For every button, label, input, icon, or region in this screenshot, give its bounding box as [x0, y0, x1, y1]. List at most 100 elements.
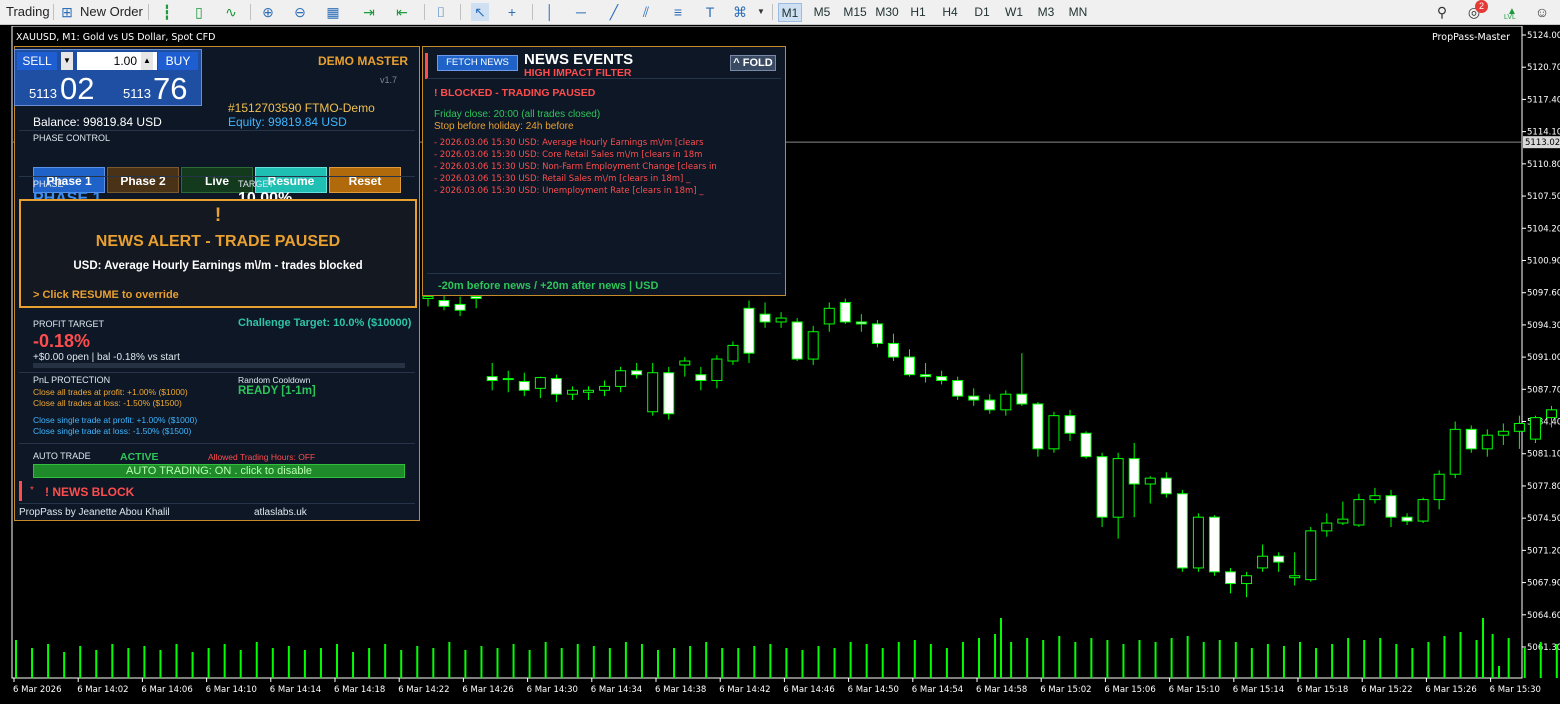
algo-trading-button[interactable]: Trading	[6, 2, 50, 22]
current-price-label: 5113.02	[1525, 138, 1560, 148]
timeframe-d1[interactable]: D1	[970, 3, 994, 22]
time-tick-label: 6 Mar 14:42	[719, 685, 770, 695]
timeframe-m30[interactable]: M30	[872, 3, 902, 22]
cooldown-value: READY [1-1m]	[238, 385, 316, 397]
toolbar-separator	[772, 4, 773, 20]
news-window-footer: -20m before news / +20m after news | USD	[438, 280, 659, 292]
news-block-label: ! NEWS BLOCK	[45, 485, 135, 499]
timeframe-w1[interactable]: W1	[1002, 3, 1026, 22]
candle-body	[599, 385, 611, 391]
target-label: TARGET	[238, 179, 274, 189]
challenge-target-label: Challenge Target: 10.0% ($10000)	[238, 317, 412, 329]
chevron-down-icon[interactable]: ▼	[752, 3, 770, 21]
candle-body	[1080, 432, 1092, 458]
timeframe-mn[interactable]: MN	[1066, 3, 1090, 22]
time-tick-label: 6 Mar 14:58	[976, 685, 1027, 695]
fetch-news-button[interactable]: FETCH NEWS	[437, 55, 518, 71]
reset-button[interactable]: Reset	[329, 167, 401, 193]
line-chart-icon[interactable]: ∿	[222, 3, 240, 21]
timeframe-m15[interactable]: M15	[840, 3, 870, 22]
sell-button[interactable]: SELL	[17, 52, 57, 70]
zoom-in-icon[interactable]: ⊕	[259, 3, 277, 21]
auto-trade-label: AUTO TRADE	[33, 451, 91, 461]
bid-big-digits: 02	[60, 71, 95, 106]
horizontal-line-icon[interactable]: ─	[572, 3, 590, 21]
toolbar-separator	[250, 4, 251, 20]
buy-button[interactable]: BUY	[158, 52, 198, 70]
price-tick-label: 5097.60	[1527, 289, 1560, 299]
timeframe-h1[interactable]: H1	[906, 3, 930, 22]
news-block-marker	[19, 481, 22, 501]
account-icon[interactable]: ☺	[1533, 3, 1551, 21]
price-tick-label: 5124.00	[1527, 31, 1560, 41]
buy-price[interactable]: 5113 76	[111, 72, 201, 105]
candle-body	[615, 370, 627, 387]
screenshot-icon[interactable]: ⌷	[432, 3, 450, 21]
time-tick-label: 6 Mar 15:14	[1233, 685, 1284, 695]
time-tick-label: 6 Mar 14:10	[206, 685, 257, 695]
search-icon[interactable]: ⚲	[1433, 3, 1451, 21]
auto-trading-toggle[interactable]: AUTO TRADING: ON . click to disable	[33, 464, 405, 478]
crosshair-icon[interactable]: +	[503, 3, 521, 21]
price-tick-label: 5104.20	[1527, 224, 1560, 234]
timeframe-m5[interactable]: M5	[810, 3, 834, 22]
price-tick-label: 5064.60	[1527, 611, 1560, 621]
grid-icon[interactable]: ▦	[324, 3, 342, 21]
new-order-icon[interactable]: ⊞	[58, 3, 76, 21]
footer-website[interactable]: atlaslabs.uk	[254, 507, 307, 518]
phase-label: PHASE	[33, 179, 64, 189]
time-tick-label: 6 Mar 14:46	[783, 685, 834, 695]
channel-icon[interactable]: ⫽	[637, 3, 655, 21]
price-tick-label: 5114.10	[1527, 128, 1560, 138]
timeframe-m3[interactable]: M3	[1034, 3, 1058, 22]
blocked-status: ! BLOCKED - TRADING PAUSED	[434, 87, 596, 99]
autoscroll-icon[interactable]: ⇥	[360, 3, 378, 21]
candle-body	[759, 313, 771, 323]
divider	[19, 372, 415, 373]
shapes-icon[interactable]: ⌘	[731, 3, 749, 21]
auto-trade-state: ACTIVE	[120, 451, 159, 463]
price-tick-label: 5094.30	[1527, 321, 1560, 331]
lot-increase-icon[interactable]: ▲	[141, 52, 153, 70]
phase2-button[interactable]: Phase 2	[107, 167, 179, 193]
news-marker	[425, 53, 428, 79]
bar-chart-icon[interactable]: ┇	[158, 3, 176, 21]
time-tick-label: 6 Mar 14:14	[270, 685, 321, 695]
text-icon[interactable]: T	[701, 3, 719, 21]
fold-button[interactable]: ^ FOLD	[730, 55, 776, 71]
chart-shift-icon[interactable]: ⇤	[393, 3, 411, 21]
time-tick-label: 6 Mar 15:22	[1361, 685, 1412, 695]
news-event-row: - 2026.03.06 15:30 USD: Unemployment Rat…	[434, 186, 704, 196]
time-tick-label: 6 Mar 14:22	[398, 685, 449, 695]
time-tick-label: 6 Mar 15:02	[1040, 685, 1091, 695]
pnl-protection-label: PnL PROTECTION	[33, 375, 111, 385]
sell-price[interactable]: 5113 02	[17, 72, 107, 105]
cursor-icon[interactable]: ↖	[471, 3, 489, 21]
divider	[19, 443, 415, 444]
candlestick-icon[interactable]: ▯	[190, 3, 208, 21]
time-tick-label: 6 Mar 14:06	[141, 685, 192, 695]
vertical-line-icon[interactable]: │	[541, 3, 559, 21]
trendline-icon[interactable]: ╱	[605, 3, 623, 21]
time-tick-label: 6 Mar 14:54	[912, 685, 963, 695]
ea-control-panel: DEMO MASTER v1.7 #1512703590 FTMO-Demo B…	[14, 46, 420, 521]
time-tick-label: 6 Mar 15:18	[1297, 685, 1348, 695]
alert-hint[interactable]: > Click RESUME to override	[33, 289, 179, 301]
zoom-out-icon[interactable]: ⊖	[291, 3, 309, 21]
new-order-button[interactable]: New Order	[80, 2, 143, 22]
candle-body	[1449, 428, 1461, 475]
lot-decrease-icon[interactable]: ▼	[61, 52, 73, 70]
candle-body	[583, 389, 594, 393]
toolbar: Trading ⊞ New Order ┇ ▯ ∿ ⊕ ⊖ ▦ ⇥ ⇤ ⌷ ↖ …	[0, 0, 1560, 25]
price-tick-label: 5120.70	[1527, 63, 1560, 73]
news-block-star: *	[30, 485, 34, 496]
candle-body	[695, 374, 707, 382]
price-tick-label: 5107.50	[1527, 192, 1560, 202]
timeframe-m1[interactable]: M1	[778, 3, 802, 22]
fibonacci-icon[interactable]: ≡	[669, 3, 687, 21]
balance-label: Balance: 99819.84 USD	[33, 115, 162, 129]
candle-body	[1016, 393, 1028, 405]
timeframe-h4[interactable]: H4	[938, 3, 962, 22]
equity-label: Equity: 99819.84 USD	[228, 115, 347, 129]
divider	[19, 176, 415, 177]
